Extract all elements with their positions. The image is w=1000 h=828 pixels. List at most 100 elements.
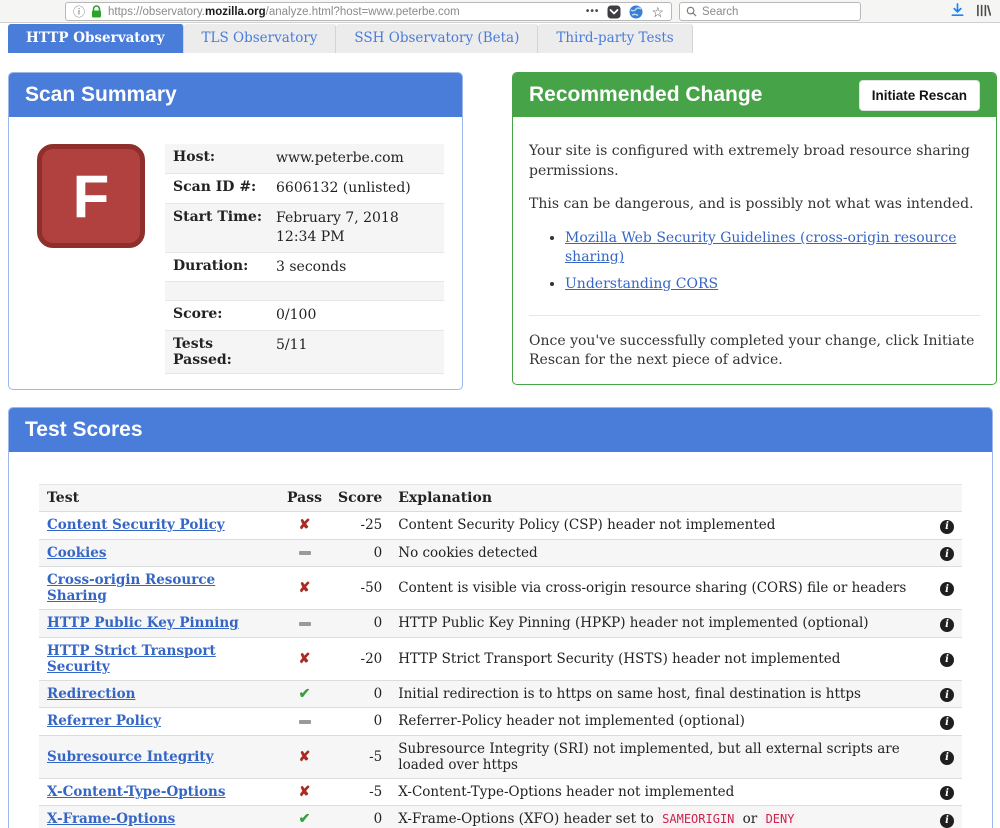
recommended-change-header: Recommended Change Initiate Rescan — [513, 73, 996, 117]
test-link[interactable]: Cookies — [47, 545, 106, 561]
test-link[interactable]: Redirection — [47, 686, 135, 702]
test-scores-header: Test Scores — [9, 408, 992, 452]
neutral-dash-icon — [299, 622, 311, 626]
summary-row: Duration:3 seconds — [165, 253, 444, 283]
pass-check-icon: ✔ — [299, 811, 311, 827]
recommendation-paragraph: Once you've successfully completed your … — [529, 332, 980, 371]
summary-label: Start Time: — [173, 209, 276, 247]
https-lock-icon[interactable] — [91, 5, 102, 18]
tab-ssh-observatory[interactable]: SSH Observatory (Beta) — [336, 24, 538, 53]
test-link[interactable]: Content Security Policy — [47, 517, 225, 533]
column-header-score: Score — [330, 485, 390, 512]
test-row: HTTP Public Key Pinning0HTTP Public Key … — [39, 610, 962, 638]
info-icon[interactable]: i — [940, 688, 954, 702]
search-bar[interactable] — [679, 2, 861, 21]
tab-third-party-tests[interactable]: Third-party Tests — [538, 24, 692, 53]
initiate-rescan-button[interactable]: Initiate Rescan — [859, 80, 980, 111]
info-icon[interactable]: i — [940, 618, 954, 632]
page-info-icon[interactable]: ⓘ — [73, 6, 85, 18]
fail-x-icon: ✘ — [299, 749, 311, 765]
summary-label: Score: — [173, 306, 276, 325]
test-row: X-Frame-Options ✔ 0X-Frame-Options (XFO) h… — [39, 806, 962, 828]
explanation-text: X-Frame-Options (XFO) header set to SAME… — [390, 806, 932, 828]
info-icon[interactable]: i — [940, 520, 954, 534]
summary-label — [173, 287, 276, 295]
guidelines-link[interactable]: Mozilla Web Security Guidelines (cross-o… — [565, 230, 956, 266]
list-item: Mozilla Web Security Guidelines (cross-o… — [565, 229, 980, 268]
library-icon[interactable] — [976, 3, 991, 18]
tab-tls-observatory[interactable]: TLS Observatory — [184, 24, 337, 53]
summary-value — [276, 287, 436, 295]
explanation-text: Content Security Policy (CSP) header not… — [390, 512, 932, 540]
list-item: Understanding CORS — [565, 275, 980, 295]
test-link[interactable]: X-Content-Type-Options — [47, 784, 225, 800]
column-header-info — [932, 485, 962, 512]
explanation-text: HTTP Public Key Pinning (HPKP) header no… — [390, 610, 932, 638]
test-row: Subresource Integrity✘-5Subresource Inte… — [39, 735, 962, 778]
neutral-dash-icon — [299, 720, 311, 724]
info-icon[interactable]: i — [940, 716, 954, 730]
summary-row: Score:0/100 — [165, 301, 444, 331]
test-scores-table: Test Pass Score Explanation Content Secu… — [39, 484, 962, 828]
downloads-icon[interactable] — [950, 3, 965, 18]
summary-value: February 7, 2018 12:34 PM — [276, 209, 436, 247]
fail-x-icon: ✘ — [299, 580, 311, 596]
header-value-code: SAMEORIGIN — [658, 811, 738, 827]
search-input[interactable] — [702, 6, 832, 18]
summary-label: Scan ID #: — [173, 179, 276, 198]
explanation-text: Referrer-Policy header not implemented (… — [390, 708, 932, 736]
summary-label: Duration: — [173, 258, 276, 277]
scan-summary-table: Host:www.peterbe.com Scan ID #:6606132 (u… — [165, 144, 444, 374]
pass-check-icon: ✔ — [299, 686, 311, 702]
page-actions-menu-icon[interactable]: ••• — [586, 7, 600, 17]
test-link[interactable]: HTTP Strict Transport Security — [47, 643, 216, 675]
divider — [529, 315, 980, 316]
test-row: Cookies 0No cookies detected i — [39, 539, 962, 567]
column-header-test: Test — [39, 485, 279, 512]
score-value: -50 — [330, 567, 390, 610]
url-bar[interactable]: ⓘ https://observatory.mozilla.org/analyz… — [65, 2, 672, 21]
globe-extension-icon[interactable] — [629, 5, 643, 19]
summary-value: 6606132 (unlisted) — [276, 179, 436, 198]
summary-value: www.peterbe.com — [276, 149, 436, 168]
score-value: 0 — [330, 806, 390, 828]
summary-row: Host:www.peterbe.com — [165, 144, 444, 174]
test-link[interactable]: Subresource Integrity — [47, 749, 213, 765]
info-icon[interactable]: i — [940, 582, 954, 596]
bookmark-star-icon[interactable]: ☆ — [651, 5, 664, 19]
scan-summary-header: Scan Summary — [9, 73, 462, 117]
test-link[interactable]: Referrer Policy — [47, 713, 161, 729]
recommendation-links: Mozilla Web Security Guidelines (cross-o… — [541, 229, 980, 295]
score-value: -25 — [330, 512, 390, 540]
score-value: -5 — [330, 735, 390, 778]
test-scores-panel: Test Scores Test Pass Score Explanation … — [8, 407, 993, 828]
recommended-change-title: Recommended Change — [529, 83, 762, 107]
explanation-text: Initial redirection is to https on same … — [390, 680, 932, 708]
summary-value: 5/11 — [276, 336, 436, 368]
test-link[interactable]: HTTP Public Key Pinning — [47, 615, 239, 631]
explanation-text: X-Content-Type-Options header not implem… — [390, 778, 932, 806]
info-icon[interactable]: i — [940, 653, 954, 667]
info-icon[interactable]: i — [940, 751, 954, 765]
test-scores-title: Test Scores — [25, 418, 143, 442]
tab-http-observatory[interactable]: HTTP Observatory — [8, 24, 184, 53]
test-row: X-Content-Type-Options✘-5X-Content-Type-… — [39, 778, 962, 806]
info-icon[interactable]: i — [940, 547, 954, 561]
test-link[interactable]: Cross-origin Resource Sharing — [47, 572, 215, 604]
explanation-text: No cookies detected — [390, 539, 932, 567]
understanding-cors-link[interactable]: Understanding CORS — [565, 276, 718, 292]
scan-summary-title: Scan Summary — [25, 83, 177, 107]
neutral-dash-icon — [299, 551, 311, 555]
info-icon[interactable]: i — [940, 814, 954, 828]
header-value-code: DENY — [762, 811, 799, 827]
test-row: HTTP Strict Transport Security✘-20HTTP S… — [39, 637, 962, 680]
fail-x-icon: ✘ — [299, 784, 311, 800]
recommendation-paragraph: Your site is configured with extremely b… — [529, 142, 980, 181]
score-value: 0 — [330, 539, 390, 567]
fail-x-icon: ✘ — [299, 517, 311, 533]
pocket-icon[interactable] — [607, 5, 621, 19]
observatory-tabbar: HTTP Observatory TLS Observatory SSH Obs… — [8, 24, 693, 53]
info-icon[interactable]: i — [940, 786, 954, 800]
explanation-text: HTTP Strict Transport Security (HSTS) he… — [390, 637, 932, 680]
test-link[interactable]: X-Frame-Options — [47, 811, 175, 827]
